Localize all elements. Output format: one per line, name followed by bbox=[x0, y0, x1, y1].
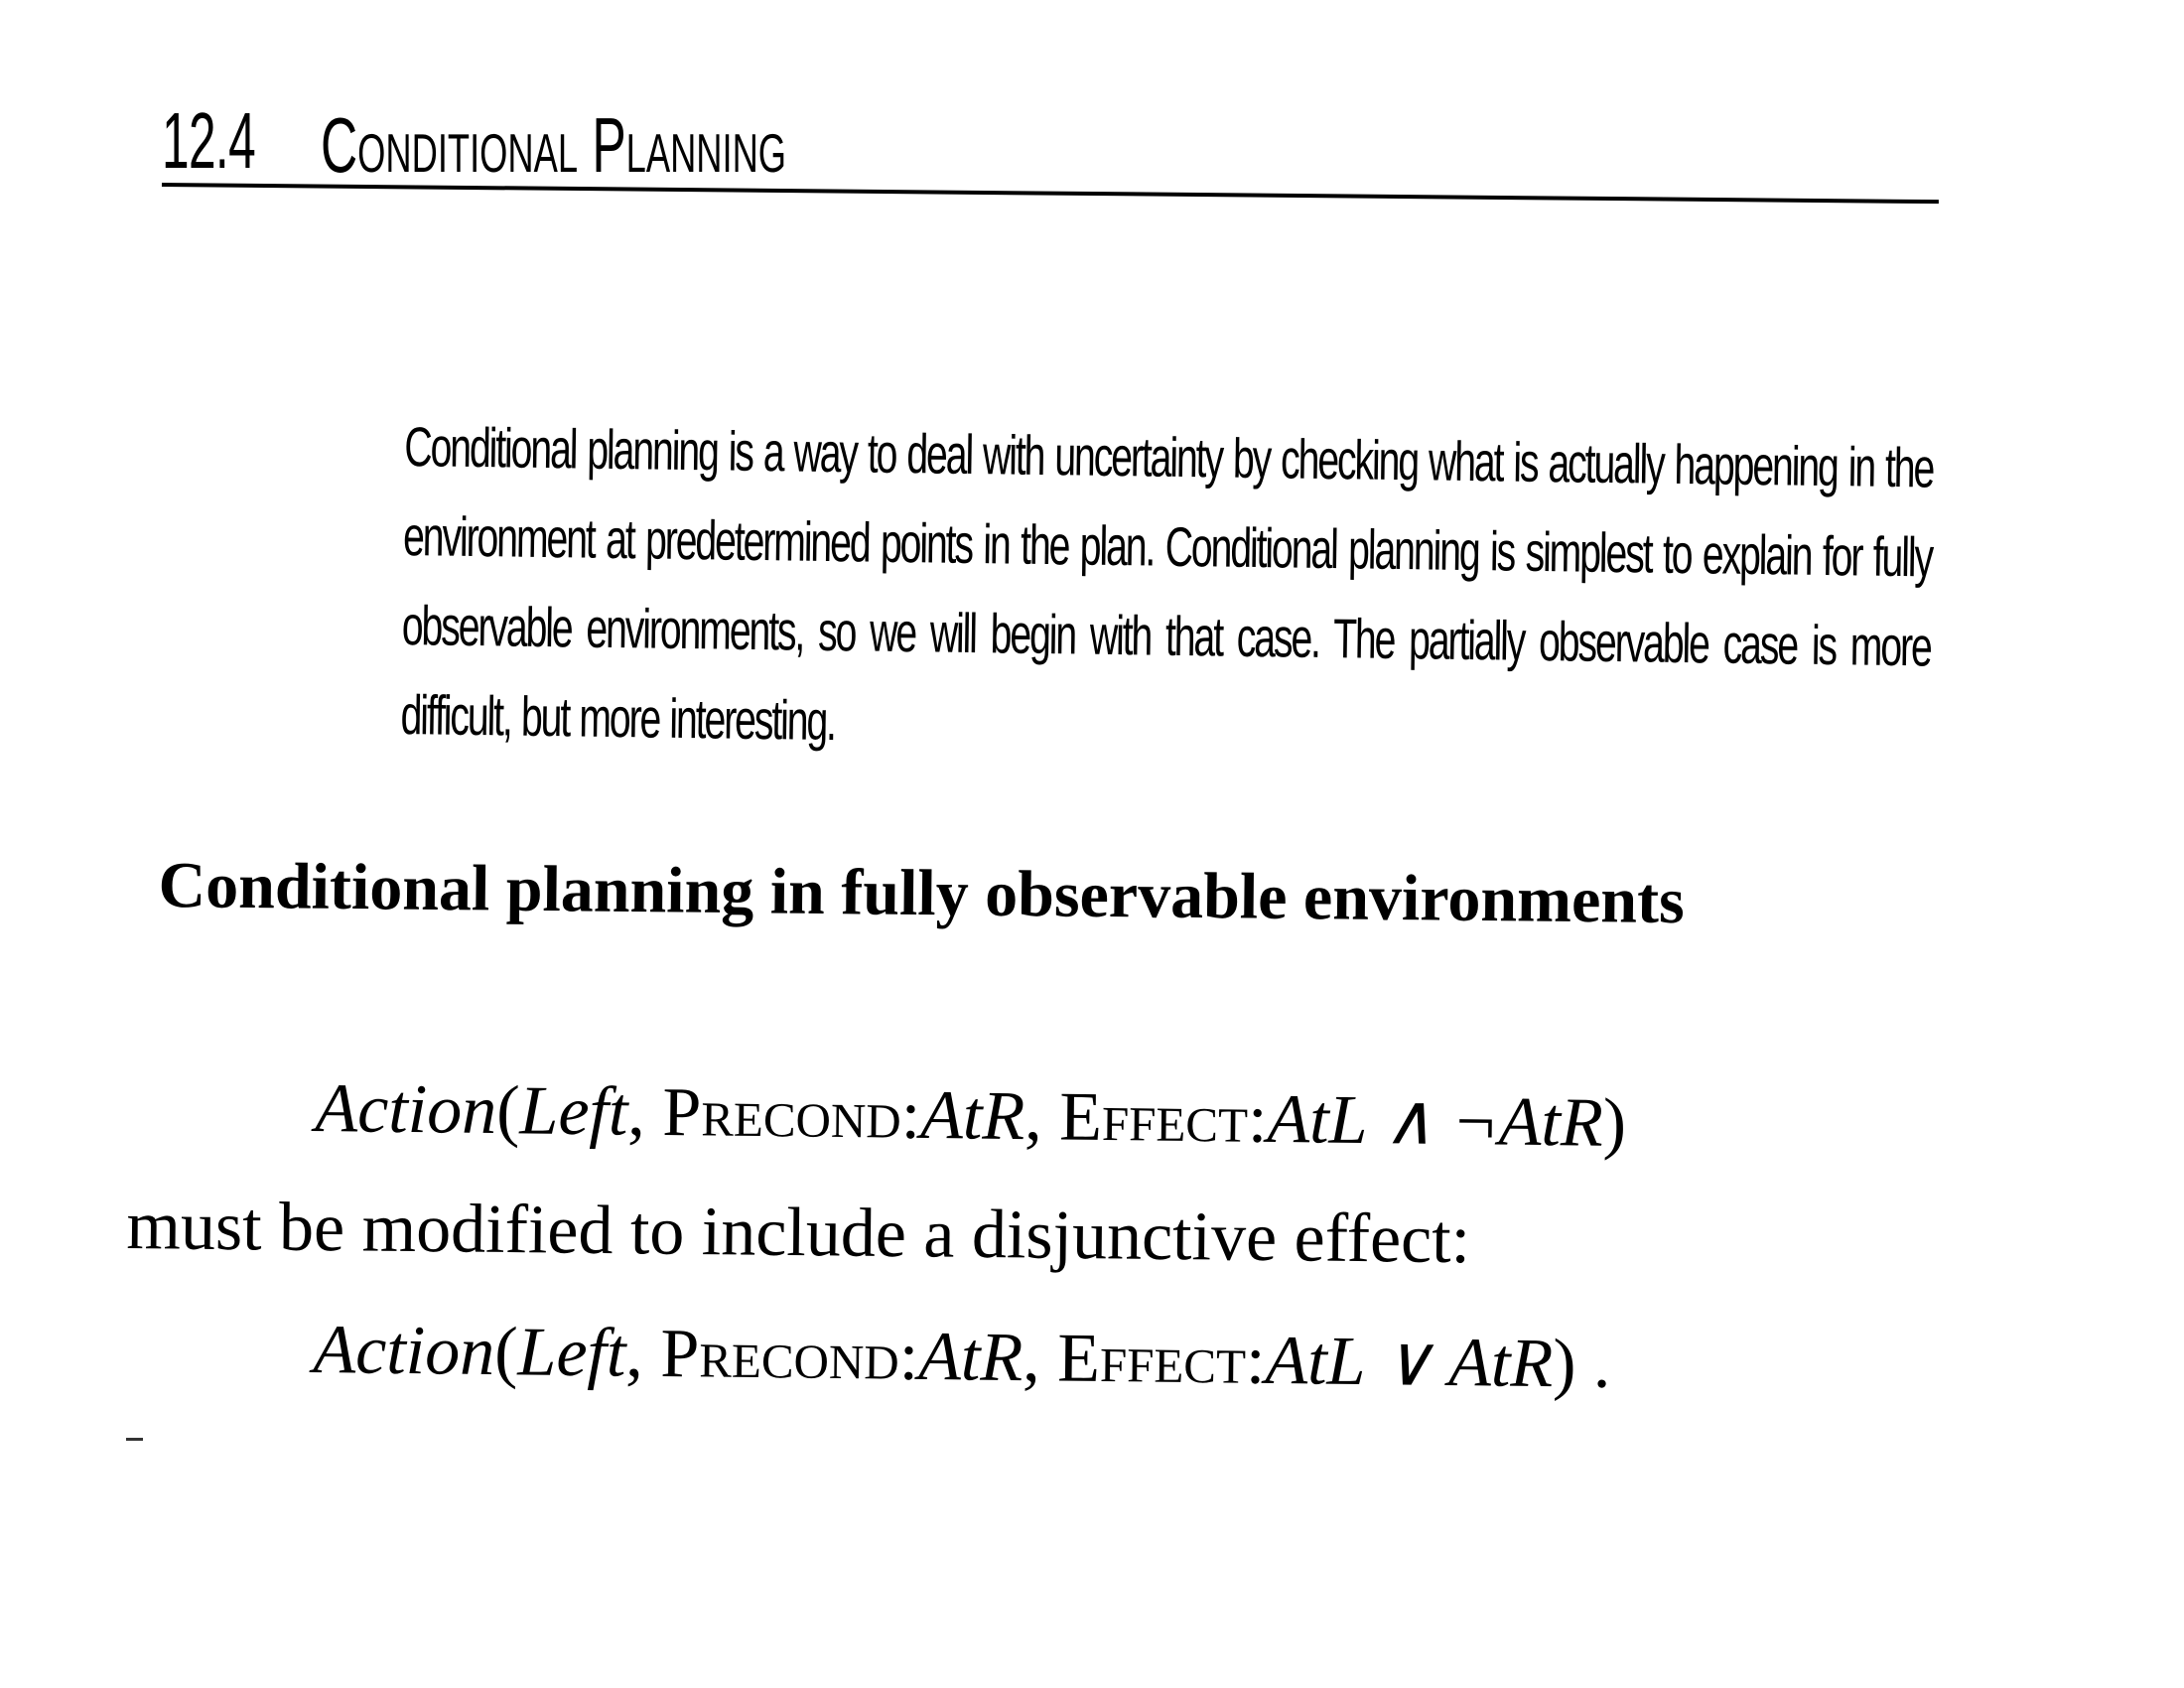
formula-effect-value: AtL ∧ ¬AtR bbox=[1267, 1080, 1604, 1162]
formula-close-paren: ) . bbox=[1552, 1326, 1612, 1403]
formula-action-argument: Left bbox=[517, 1314, 626, 1392]
formula-separator: , bbox=[1022, 1320, 1058, 1397]
formula-colon: : bbox=[900, 1076, 921, 1154]
formula-colon: : bbox=[1247, 1080, 1268, 1158]
intro-paragraph: Conditional planning is a way to deal wi… bbox=[400, 414, 1934, 753]
formula-colon: : bbox=[898, 1318, 919, 1395]
formula-effect-value: AtL ∨ AtR bbox=[1265, 1322, 1554, 1403]
formula-action-argument: Left bbox=[519, 1072, 628, 1151]
formula-disjunctive-action: Action(Left, Precond:AtR, Effect:AtL ∨ A… bbox=[313, 1306, 1611, 1410]
formula-close-paren: ) bbox=[1602, 1084, 1627, 1162]
formula-effect-label: Effect bbox=[1058, 1078, 1249, 1158]
section-number: 12.4 bbox=[162, 96, 256, 185]
formula-separator: , bbox=[624, 1315, 661, 1392]
formula-precond-label: Precond bbox=[659, 1315, 900, 1395]
formula-action-name: Action bbox=[313, 1311, 495, 1391]
intro-paragraph-block: Conditional planning is a way to deal wi… bbox=[400, 402, 1934, 780]
formula-precond-value: AtR bbox=[917, 1318, 1024, 1397]
formula-open-paren: ( bbox=[493, 1314, 518, 1391]
formula-precond-value: AtR bbox=[919, 1076, 1025, 1156]
section-header: 12.4 Conditional Planning bbox=[161, 91, 1939, 240]
section-title: Conditional Planning bbox=[321, 101, 787, 189]
formula-precond-label: Precond bbox=[661, 1073, 902, 1154]
body-text: must be modified to include a disjunctiv… bbox=[126, 1187, 1471, 1279]
formula-action-name: Action bbox=[315, 1069, 497, 1150]
formula-original-action: Action(Left, Precond:AtR, Effect:AtL ∧ ¬… bbox=[315, 1064, 1627, 1169]
formula-colon: : bbox=[1245, 1322, 1266, 1399]
formula-separator: , bbox=[1024, 1078, 1060, 1156]
subsection-title: Conditional planning in fully observable… bbox=[158, 848, 1686, 938]
formula-open-paren: ( bbox=[495, 1072, 520, 1150]
formula-effect-label: Effect bbox=[1056, 1320, 1247, 1399]
formula-separator: , bbox=[626, 1073, 663, 1151]
scan-artifact-mark bbox=[126, 1438, 143, 1441]
